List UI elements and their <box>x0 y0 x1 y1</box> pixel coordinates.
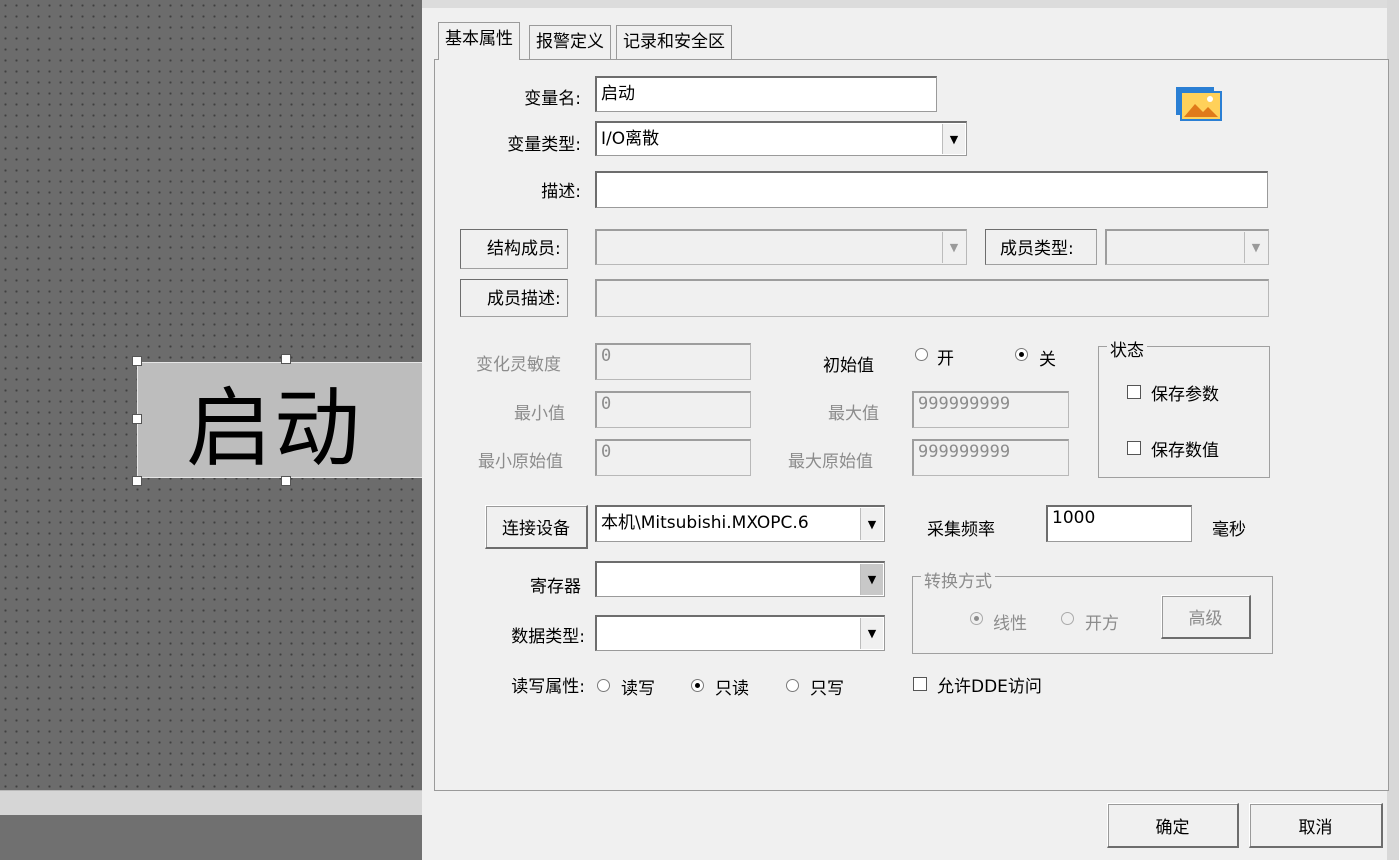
linear-label: 线性 <box>993 614 1027 634</box>
data-type-label: 数据类型: <box>511 627 585 647</box>
var-type-select[interactable]: I/O离散 ▼ <box>595 121 967 156</box>
connect-device-label: 连接设备 <box>502 519 570 539</box>
struct-member-select[interactable]: ▼ <box>595 229 967 265</box>
register-select[interactable]: ▼ <box>595 561 885 597</box>
cancel-button-label: 取消 <box>1298 817 1333 838</box>
var-name-label: 变量名: <box>524 89 581 109</box>
resize-handle-tl[interactable] <box>132 356 142 366</box>
raw-min-label: 最小原始值 <box>478 452 563 472</box>
tab-basic-properties-label: 基本属性 <box>445 29 513 49</box>
sensitivity-label: 变化灵敏度 <box>476 355 561 375</box>
rw-readwrite-label: 读写 <box>621 679 655 699</box>
initial-off-label: 关 <box>1039 350 1056 370</box>
save-values-checkbox[interactable] <box>1127 441 1141 455</box>
basic-properties-panel: 变量名: 启动 变量类型: I/O离散 ▼ 描述: 结构成员: ▼ 成员类型: <box>434 59 1389 791</box>
allow-dde-checkbox[interactable] <box>913 677 927 691</box>
rw-readwrite-radio[interactable] <box>597 679 610 692</box>
state-group-title: 状态 <box>1107 336 1147 361</box>
tab-basic-properties[interactable]: 基本属性 <box>438 22 520 60</box>
sensitivity-input[interactable]: 0 <box>595 343 751 380</box>
rw-label: 读写属性: <box>511 677 585 697</box>
cancel-button[interactable]: 取消 <box>1249 803 1383 848</box>
save-params-checkbox[interactable] <box>1127 385 1141 399</box>
chevron-down-icon[interactable]: ▼ <box>1244 232 1267 263</box>
canvas-start-button[interactable]: 启动 <box>137 362 427 479</box>
var-type-label: 变量类型: <box>507 135 581 155</box>
tab-alarm-definition[interactable]: 报警定义 <box>529 25 611 59</box>
rw-writeonly-radio[interactable] <box>786 679 799 692</box>
resize-handle-tm[interactable] <box>281 354 291 364</box>
chevron-down-icon[interactable]: ▼ <box>860 508 883 540</box>
sqrt-label: 开方 <box>1085 614 1119 634</box>
rw-writeonly-label: 只写 <box>810 679 844 699</box>
save-values-label: 保存数值 <box>1151 441 1219 461</box>
freq-unit-label: 毫秒 <box>1212 520 1246 540</box>
raw-max-input[interactable]: 999999999 <box>912 439 1069 476</box>
min-value-input[interactable]: 0 <box>595 391 751 428</box>
raw-min-input[interactable]: 0 <box>595 439 751 476</box>
ok-button-label: 确定 <box>1155 817 1190 838</box>
freq-label: 采集频率 <box>927 520 995 540</box>
sqrt-radio[interactable] <box>1061 612 1074 625</box>
freq-input[interactable]: 1000 <box>1046 505 1192 542</box>
conversion-group-title: 转换方式 <box>921 567 995 592</box>
canvas-status-area <box>0 815 422 860</box>
var-name-input[interactable]: 启动 <box>595 76 937 112</box>
rw-readonly-radio[interactable] <box>691 679 704 692</box>
max-value-input[interactable]: 999999999 <box>912 391 1069 428</box>
var-type-value: I/O离散 <box>601 129 660 149</box>
device-value: 本机\Mitsubishi.MXOPC.6 <box>601 513 809 533</box>
connect-device-button[interactable]: 连接设备 <box>485 505 588 549</box>
chevron-down-icon[interactable]: ▼ <box>942 232 965 263</box>
tab-alarm-definition-label: 报警定义 <box>536 32 604 52</box>
tab-record-security[interactable]: 记录和安全区 <box>616 25 732 59</box>
advanced-label: 高级 <box>1188 609 1223 629</box>
member-type-select[interactable]: ▼ <box>1105 229 1269 265</box>
member-type-label: 成员类型: <box>985 229 1097 265</box>
max-value-label: 最大值 <box>828 404 879 424</box>
struct-member-label: 结构成员: <box>460 229 568 269</box>
initial-value-label: 初始值 <box>823 356 874 376</box>
canvas-start-button-label: 启动 <box>186 378 362 479</box>
resize-handle-bl[interactable] <box>132 476 142 486</box>
register-label: 寄存器 <box>530 577 581 597</box>
resize-handle-ml[interactable] <box>132 414 142 424</box>
rw-readonly-label: 只读 <box>715 679 749 699</box>
min-value-label: 最小值 <box>514 404 565 424</box>
allow-dde-label: 允许DDE访问 <box>937 677 1042 697</box>
desc-label: 描述: <box>541 182 581 202</box>
data-type-select[interactable]: ▼ <box>595 615 885 651</box>
design-canvas[interactable]: 启动 <box>0 0 427 790</box>
canvas-horizontal-scrollbar[interactable] <box>0 790 422 815</box>
dialog-top-strip <box>422 0 1399 8</box>
member-desc-input[interactable] <box>595 279 1269 317</box>
raw-max-label: 最大原始值 <box>788 452 873 472</box>
initial-on-radio[interactable] <box>915 348 928 361</box>
resize-handle-bm[interactable] <box>281 476 291 486</box>
tab-record-security-label: 记录和安全区 <box>623 32 725 52</box>
chevron-down-icon[interactable]: ▼ <box>860 564 883 595</box>
initial-off-radio[interactable] <box>1015 348 1028 361</box>
advanced-button[interactable]: 高级 <box>1161 595 1251 639</box>
variable-properties-dialog: 基本属性 报警定义 记录和安全区 变量名: 启动 变量类型: I/O离散 ▼ 描… <box>422 0 1399 860</box>
member-desc-label: 成员描述: <box>460 279 568 317</box>
linear-radio[interactable] <box>970 612 983 625</box>
chevron-down-icon[interactable]: ▼ <box>860 618 883 649</box>
initial-on-label: 开 <box>937 349 954 369</box>
image-icon[interactable] <box>1175 86 1223 122</box>
chevron-down-icon[interactable]: ▼ <box>942 124 965 154</box>
ok-button[interactable]: 确定 <box>1107 803 1239 848</box>
save-params-label: 保存参数 <box>1151 385 1219 405</box>
desc-input[interactable] <box>595 171 1268 208</box>
device-select[interactable]: 本机\Mitsubishi.MXOPC.6 ▼ <box>595 505 885 542</box>
